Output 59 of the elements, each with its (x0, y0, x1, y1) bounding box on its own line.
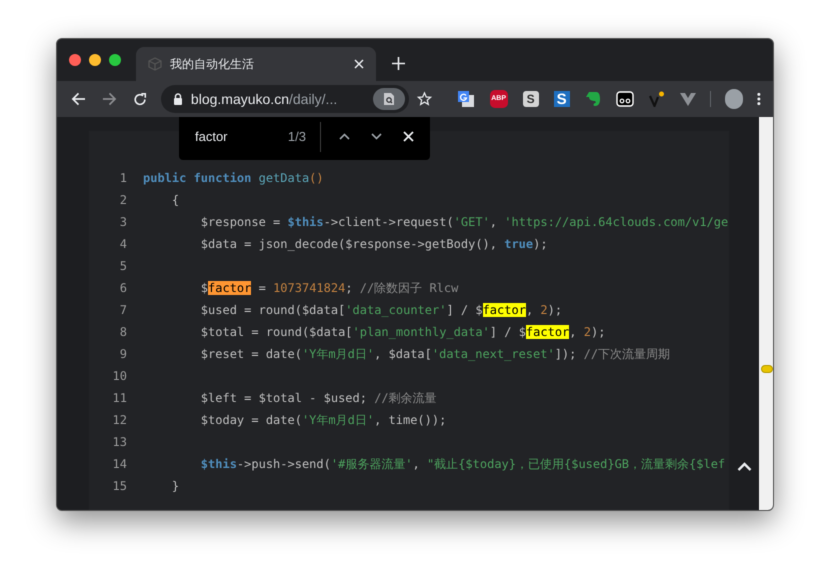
code-line: } (170, 478, 180, 495)
line-number: 12 (112, 412, 127, 429)
line-number: 15 (112, 478, 127, 495)
profile-avatar[interactable] (724, 89, 744, 109)
elephant-icon[interactable] (584, 90, 601, 108)
code-line: public function getData() (143, 170, 324, 187)
v-shape-icon[interactable] (680, 92, 696, 106)
v-letter-icon[interactable] (648, 91, 665, 107)
line-number: 14 (112, 456, 127, 473)
line-number: 5 (118, 258, 127, 275)
line-number: 10 (112, 368, 127, 385)
code-line: $factor = 1073741824; //除数因子 Rlcw (200, 280, 458, 297)
lock-icon (172, 93, 183, 105)
code-line: $response = $this->client->request('GET', 'https://api.64clouds.com/v1/ge (200, 214, 728, 231)
code-line: $data = json_decode($response->getBody(), true); (200, 236, 548, 253)
menu-icon[interactable] (757, 92, 761, 106)
new-tab-icon[interactable] (392, 57, 405, 70)
s-letter-icon[interactable]: S (522, 91, 539, 107)
line-number: 7 (118, 302, 127, 319)
line-number: 6 (118, 280, 127, 297)
line-number: 8 (118, 324, 127, 341)
match-marker (761, 365, 773, 373)
code-line: $left = $total - $used; //剩余流量 (200, 390, 437, 407)
code-line: $used = round($data['data_counter'] / $factor, 2); (200, 302, 562, 319)
minimize-window-button[interactable] (89, 54, 101, 66)
close-icon[interactable] (354, 59, 364, 69)
face-icon[interactable] (616, 91, 634, 107)
find-field[interactable]: factor (195, 126, 288, 146)
code-line: $this->push->send('#服务器流量', "截止{$today}，已使用{$used}GB，流量剩余{$lef (200, 456, 726, 473)
forward-icon[interactable] (102, 91, 117, 107)
maximize-window-button[interactable] (109, 54, 121, 66)
star-icon[interactable] (416, 91, 432, 107)
back-icon[interactable] (71, 91, 86, 107)
match-count: 1/3 (288, 128, 306, 146)
code-line: { (170, 192, 180, 209)
line-number: 11 (112, 390, 127, 407)
url-text: blog.mayuko.cn/daily/... (190, 90, 338, 109)
line-number: 4 (118, 236, 127, 253)
tab-title: 我的自动化生活 (170, 56, 255, 73)
line-number: 9 (118, 346, 127, 363)
code-line: $total = round($data['plan_monthly_data'] / $factor, 2); (200, 324, 606, 341)
code-line: $today = date('Y年m月d日', time()); (200, 412, 446, 429)
line-number: 2 (118, 192, 127, 209)
close-window-button[interactable] (69, 54, 81, 66)
browser-tab[interactable]: 我的自动化生活 (136, 47, 376, 81)
translate-icon[interactable] (456, 90, 475, 108)
line-number: 1 (118, 170, 127, 187)
cube-icon (148, 57, 162, 71)
chevron-up-icon[interactable] (737, 462, 752, 471)
line-number: 13 (112, 434, 127, 451)
close-icon[interactable] (403, 131, 414, 142)
s-letter-icon[interactable]: S (554, 91, 570, 107)
code-line: $reset = date('Y年m月d日', $data['data_next_reset']); //下次流量周期 (200, 346, 670, 363)
address-bar[interactable]: blog.mayuko.cn/daily/... (160, 85, 409, 113)
line-number: 3 (118, 214, 127, 231)
find-in-page-icon[interactable] (372, 88, 405, 110)
previous-match-icon[interactable] (339, 133, 350, 140)
next-match-icon[interactable] (371, 133, 382, 140)
reload-icon[interactable] (132, 92, 147, 106)
